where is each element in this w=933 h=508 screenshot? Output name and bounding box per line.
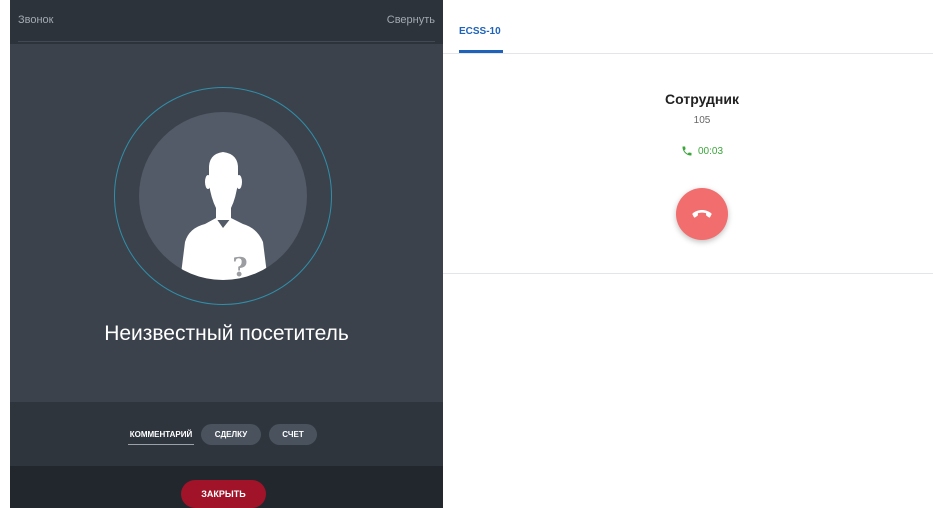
caller-area: ? Неизвестный посетитель bbox=[10, 44, 443, 402]
tab-invoice[interactable]: СЧЕТ bbox=[269, 424, 317, 445]
unknown-mark: ? bbox=[232, 253, 247, 280]
app-root: Звонок Свернуть ? Неизвестный посетитель bbox=[0, 0, 933, 508]
caller-name: Неизвестный посетитель bbox=[104, 322, 349, 345]
tabs-divider bbox=[443, 53, 933, 54]
contact-number: 105 bbox=[693, 115, 711, 126]
call-panel-title: Звонок bbox=[18, 14, 54, 26]
phone-icon bbox=[682, 146, 692, 156]
call-timer: 00:03 bbox=[698, 145, 724, 157]
hangup-button[interactable] bbox=[676, 188, 728, 240]
collapse-button[interactable]: Свернуть bbox=[387, 14, 435, 26]
header-divider bbox=[18, 41, 435, 42]
entity-tabs: КОММЕНТАРИЙ СДЕЛКУ СЧЕТ bbox=[10, 402, 443, 466]
call-status: 00:03 bbox=[681, 144, 723, 158]
phone-panel: ECSS-10 Сотрудник 105 00:03 bbox=[443, 0, 933, 508]
caller-avatar: ? bbox=[139, 112, 307, 280]
tab-deal[interactable]: СДЕЛКУ bbox=[201, 424, 261, 445]
close-button[interactable]: ЗАКРЫТЬ bbox=[181, 480, 266, 508]
call-panel: Звонок Свернуть ? Неизвестный посетитель bbox=[10, 0, 443, 508]
tab-ecss[interactable]: ECSS-10 bbox=[459, 26, 501, 37]
call-panel-footer: ЗАКРЫТЬ bbox=[10, 466, 443, 508]
contact-name: Сотрудник bbox=[665, 91, 739, 107]
call-panel-header: Звонок Свернуть bbox=[10, 0, 443, 44]
hangup-icon bbox=[692, 210, 712, 218]
unknown-person-icon: ? bbox=[180, 152, 268, 280]
tab-comment[interactable]: КОММЕНТАРИЙ bbox=[128, 424, 194, 445]
call-card-divider bbox=[443, 273, 933, 274]
